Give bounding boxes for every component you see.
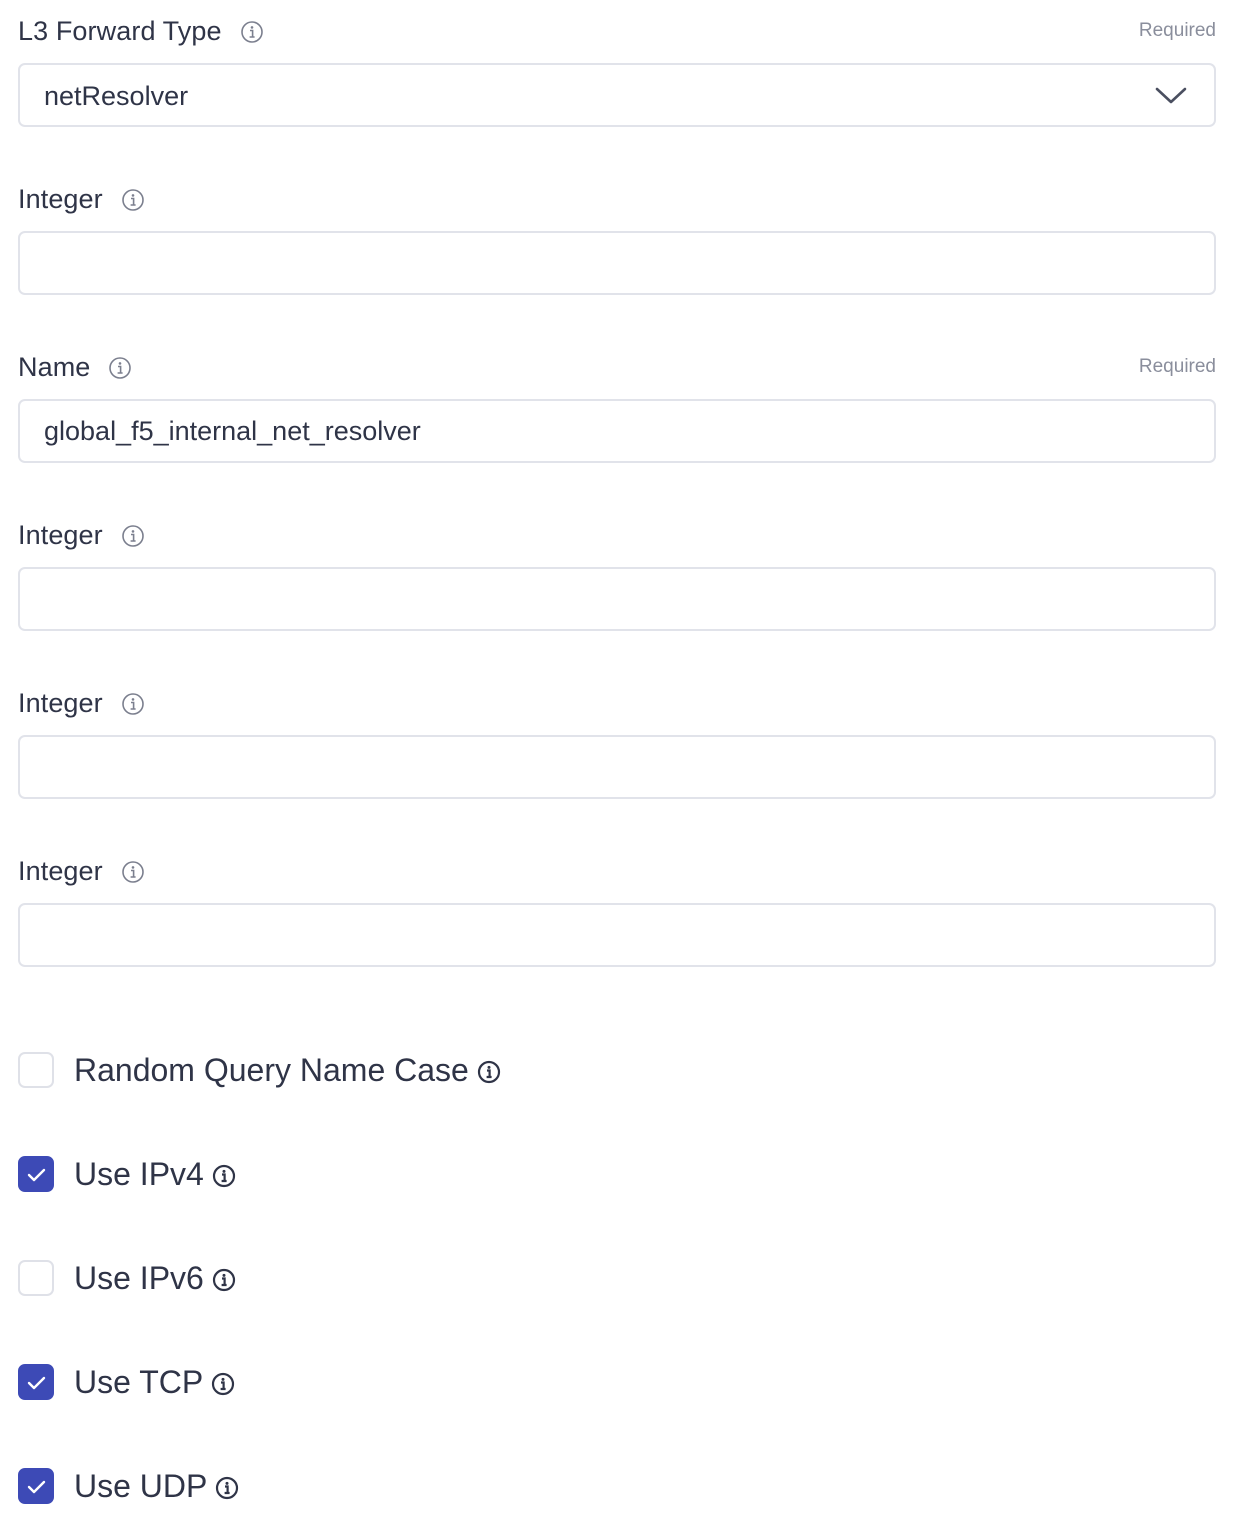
integer-input-3-box [18, 735, 1216, 799]
info-icon[interactable] [215, 1476, 239, 1500]
integer-input-4-box [18, 903, 1216, 967]
chevron-down-icon[interactable] [1154, 83, 1188, 107]
info-icon[interactable] [121, 188, 145, 212]
info-icon[interactable] [108, 356, 132, 380]
required-indicator: Required [1138, 356, 1216, 377]
integer-input-1-box [18, 231, 1216, 295]
integer-input-3[interactable] [20, 737, 1164, 797]
info-icon[interactable] [211, 1372, 235, 1396]
field-integer-2: Integer [18, 515, 1216, 631]
info-icon[interactable] [121, 860, 145, 884]
info-icon[interactable] [477, 1060, 501, 1084]
random-query-name-case-checkbox[interactable] [18, 1052, 54, 1088]
field-header: Integer [18, 851, 1216, 891]
use-udp-checkbox[interactable] [18, 1468, 54, 1504]
field-header: Integer [18, 515, 1216, 555]
integer-input-1[interactable] [20, 233, 1164, 293]
info-icon[interactable] [212, 1164, 236, 1188]
integer-input-2[interactable] [20, 569, 1164, 629]
field-label: L3 Forward Type [18, 15, 222, 46]
field-label: Integer [18, 687, 103, 718]
info-icon[interactable] [212, 1268, 236, 1292]
checkbox-row-use-ipv4[interactable]: Use IPv4 [18, 1154, 236, 1194]
use-tcp-checkbox[interactable] [18, 1364, 54, 1400]
field-integer-3: Integer [18, 683, 1216, 799]
field-header: L3 Forward Type Required [18, 11, 1216, 51]
checkbox-label: Use IPv6 [74, 1259, 204, 1296]
info-icon[interactable] [121, 524, 145, 548]
use-ipv6-checkbox[interactable] [18, 1260, 54, 1296]
field-label: Integer [18, 183, 103, 214]
checkbox-row-use-ipv6[interactable]: Use IPv6 [18, 1258, 236, 1298]
checkmark-icon [27, 1168, 46, 1182]
name-input-box [18, 399, 1216, 463]
checkmark-icon [27, 1376, 46, 1390]
field-integer-1: Integer [18, 179, 1216, 295]
use-ipv4-checkbox[interactable] [18, 1156, 54, 1192]
checkbox-row-use-tcp[interactable]: Use TCP [18, 1362, 235, 1402]
field-label: Name [18, 351, 91, 382]
checkbox-row-use-udp[interactable]: Use UDP [18, 1466, 239, 1506]
checkbox-label: Use UDP [74, 1467, 208, 1504]
l3-forward-type-select[interactable]: netResolver [18, 63, 1216, 127]
field-header: Integer [18, 179, 1216, 219]
name-input[interactable] [20, 401, 1164, 461]
info-icon[interactable] [240, 20, 264, 44]
field-label: Integer [18, 519, 103, 550]
checkbox-label: Random Query Name Case [74, 1051, 469, 1088]
info-icon[interactable] [121, 692, 145, 716]
field-l3-forward-type: L3 Forward Type Required netResolver [18, 11, 1216, 127]
checkbox-row-random-query-name-case[interactable]: Random Query Name Case [18, 1050, 501, 1090]
field-name: Name Required [18, 347, 1216, 463]
field-header: Integer [18, 683, 1216, 723]
checkmark-icon [27, 1480, 46, 1494]
select-value: netResolver [44, 81, 189, 111]
field-integer-4: Integer [18, 851, 1216, 967]
checkbox-label: Use IPv4 [74, 1155, 204, 1192]
checkbox-label: Use TCP [74, 1363, 204, 1400]
field-label: Integer [18, 855, 103, 886]
required-indicator: Required [1138, 20, 1216, 41]
integer-input-4[interactable] [20, 905, 1164, 965]
integer-input-2-box [18, 567, 1216, 631]
field-header: Name Required [18, 347, 1216, 387]
